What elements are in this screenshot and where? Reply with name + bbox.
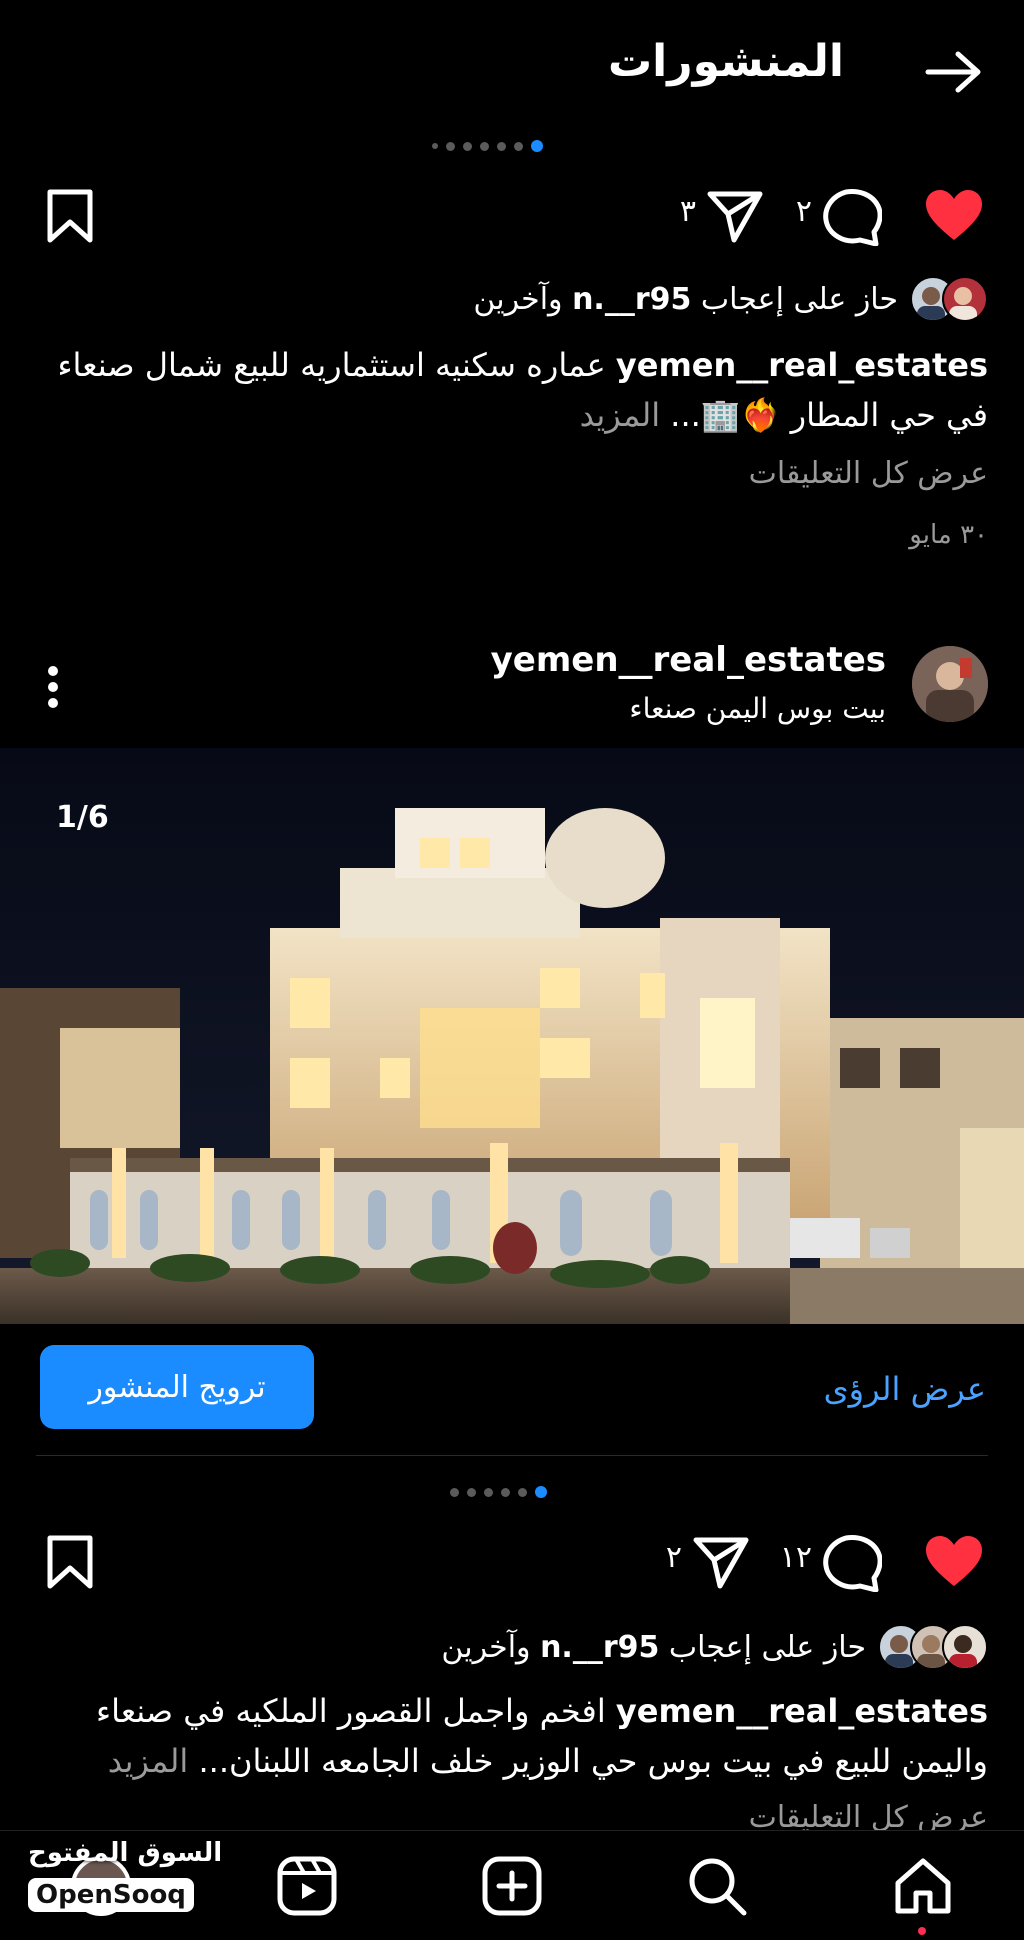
comment-count: ١٢ bbox=[779, 1540, 812, 1575]
carousel-dot bbox=[497, 141, 506, 151]
liked-suffix: وآخرين bbox=[473, 281, 563, 317]
caption-username[interactable]: yemen__real_estates bbox=[616, 346, 988, 384]
more-link[interactable]: المزيد bbox=[108, 1742, 189, 1780]
divider bbox=[36, 1455, 988, 1456]
watermark-english: OpenSooq bbox=[28, 1878, 194, 1912]
post-image[interactable]: 1/6 bbox=[0, 748, 1024, 1324]
more-options-icon[interactable] bbox=[46, 664, 60, 710]
comment-icon[interactable] bbox=[822, 1534, 882, 1592]
carousel-dot bbox=[432, 143, 438, 149]
carousel-dot-active bbox=[531, 140, 543, 152]
bookmark-icon[interactable] bbox=[46, 188, 94, 244]
carousel-dot bbox=[450, 1487, 459, 1497]
comment-icon[interactable] bbox=[822, 188, 882, 246]
promote-post-button[interactable]: ترويج المنشور bbox=[40, 1345, 314, 1429]
comment-count: ٢ bbox=[795, 194, 812, 229]
carousel-dot bbox=[463, 141, 472, 151]
liked-by-user[interactable]: n.__r95 bbox=[572, 282, 691, 317]
post-username[interactable]: yemen__real_estates bbox=[491, 640, 886, 680]
liker-avatars bbox=[878, 1624, 988, 1670]
liked-by-text: حاز على إعجاب n.__r95 وآخرين bbox=[441, 1630, 866, 1665]
carousel-dots bbox=[450, 1484, 547, 1500]
liked-suffix: وآخرين bbox=[441, 1629, 531, 1665]
reels-icon[interactable] bbox=[274, 1853, 340, 1919]
post2-header: yemen__real_estates بيت بوس اليمن صنعاء bbox=[0, 630, 1024, 730]
home-icon[interactable] bbox=[890, 1853, 956, 1919]
liked-prefix: حاز على إعجاب bbox=[668, 1629, 866, 1665]
bookmark-icon[interactable] bbox=[46, 1534, 94, 1590]
share-icon[interactable] bbox=[692, 1536, 750, 1590]
post-location[interactable]: بيت بوس اليمن صنعاء bbox=[629, 692, 886, 725]
carousel-dot bbox=[514, 141, 523, 151]
heart-icon[interactable] bbox=[924, 1534, 984, 1590]
avatar bbox=[942, 276, 988, 322]
view-all-comments-link[interactable]: عرض كل التعليقات bbox=[749, 456, 988, 491]
villa-photo bbox=[0, 748, 1024, 1324]
carousel-dots bbox=[432, 138, 543, 154]
back-arrow-icon[interactable] bbox=[924, 48, 984, 96]
carousel-dot-active bbox=[535, 1486, 547, 1498]
liked-prefix: حاز على إعجاب bbox=[700, 281, 898, 317]
liked-by-text: حاز على إعجاب n.__r95 وآخرين bbox=[473, 282, 898, 317]
create-post-icon[interactable] bbox=[479, 1853, 545, 1919]
post1-caption: yemen__real_estates عماره سكنيه استثماري… bbox=[28, 340, 988, 440]
liked-by-user[interactable]: n.__r95 bbox=[540, 1630, 659, 1665]
carousel-dot bbox=[446, 141, 455, 151]
view-insights-link[interactable]: عرض الرؤى bbox=[824, 1370, 986, 1408]
carousel-dot bbox=[467, 1487, 476, 1497]
image-counter: 1/6 bbox=[56, 800, 109, 835]
carousel-dot bbox=[501, 1487, 510, 1497]
carousel-dot bbox=[480, 141, 489, 151]
share-icon[interactable] bbox=[706, 190, 764, 244]
opensooq-watermark-logo: السوق المفتوح OpenSooq bbox=[22, 1838, 222, 1930]
watermark-arabic: السوق المفتوح bbox=[28, 1838, 223, 1868]
share-count: ٢ bbox=[665, 1540, 682, 1575]
header: المنشورات bbox=[0, 0, 1024, 140]
liker-avatars bbox=[910, 276, 988, 322]
more-link[interactable]: المزيد bbox=[580, 396, 661, 434]
post2-liked-by[interactable]: حاز على إعجاب n.__r95 وآخرين bbox=[441, 1624, 988, 1670]
post1-actions: ٢ ٣ bbox=[0, 180, 1024, 260]
caption-username[interactable]: yemen__real_estates bbox=[616, 1692, 988, 1730]
post2-caption: yemen__real_estates افخم واجمل القصور ال… bbox=[28, 1686, 988, 1786]
share-count: ٣ bbox=[679, 194, 696, 229]
profile-avatar[interactable] bbox=[912, 646, 988, 722]
heart-icon[interactable] bbox=[924, 188, 984, 244]
active-indicator bbox=[918, 1927, 926, 1935]
post1-liked-by[interactable]: حاز على إعجاب n.__r95 وآخرين bbox=[473, 276, 988, 322]
search-icon[interactable] bbox=[684, 1853, 750, 1919]
post2-actions: ١٢ ٢ bbox=[0, 1526, 1024, 1606]
page-title: المنشورات bbox=[607, 36, 844, 87]
post-date: ٣٠ مايو bbox=[909, 520, 988, 550]
avatar bbox=[942, 1624, 988, 1670]
carousel-dot bbox=[518, 1487, 527, 1497]
carousel-dot bbox=[484, 1487, 493, 1497]
